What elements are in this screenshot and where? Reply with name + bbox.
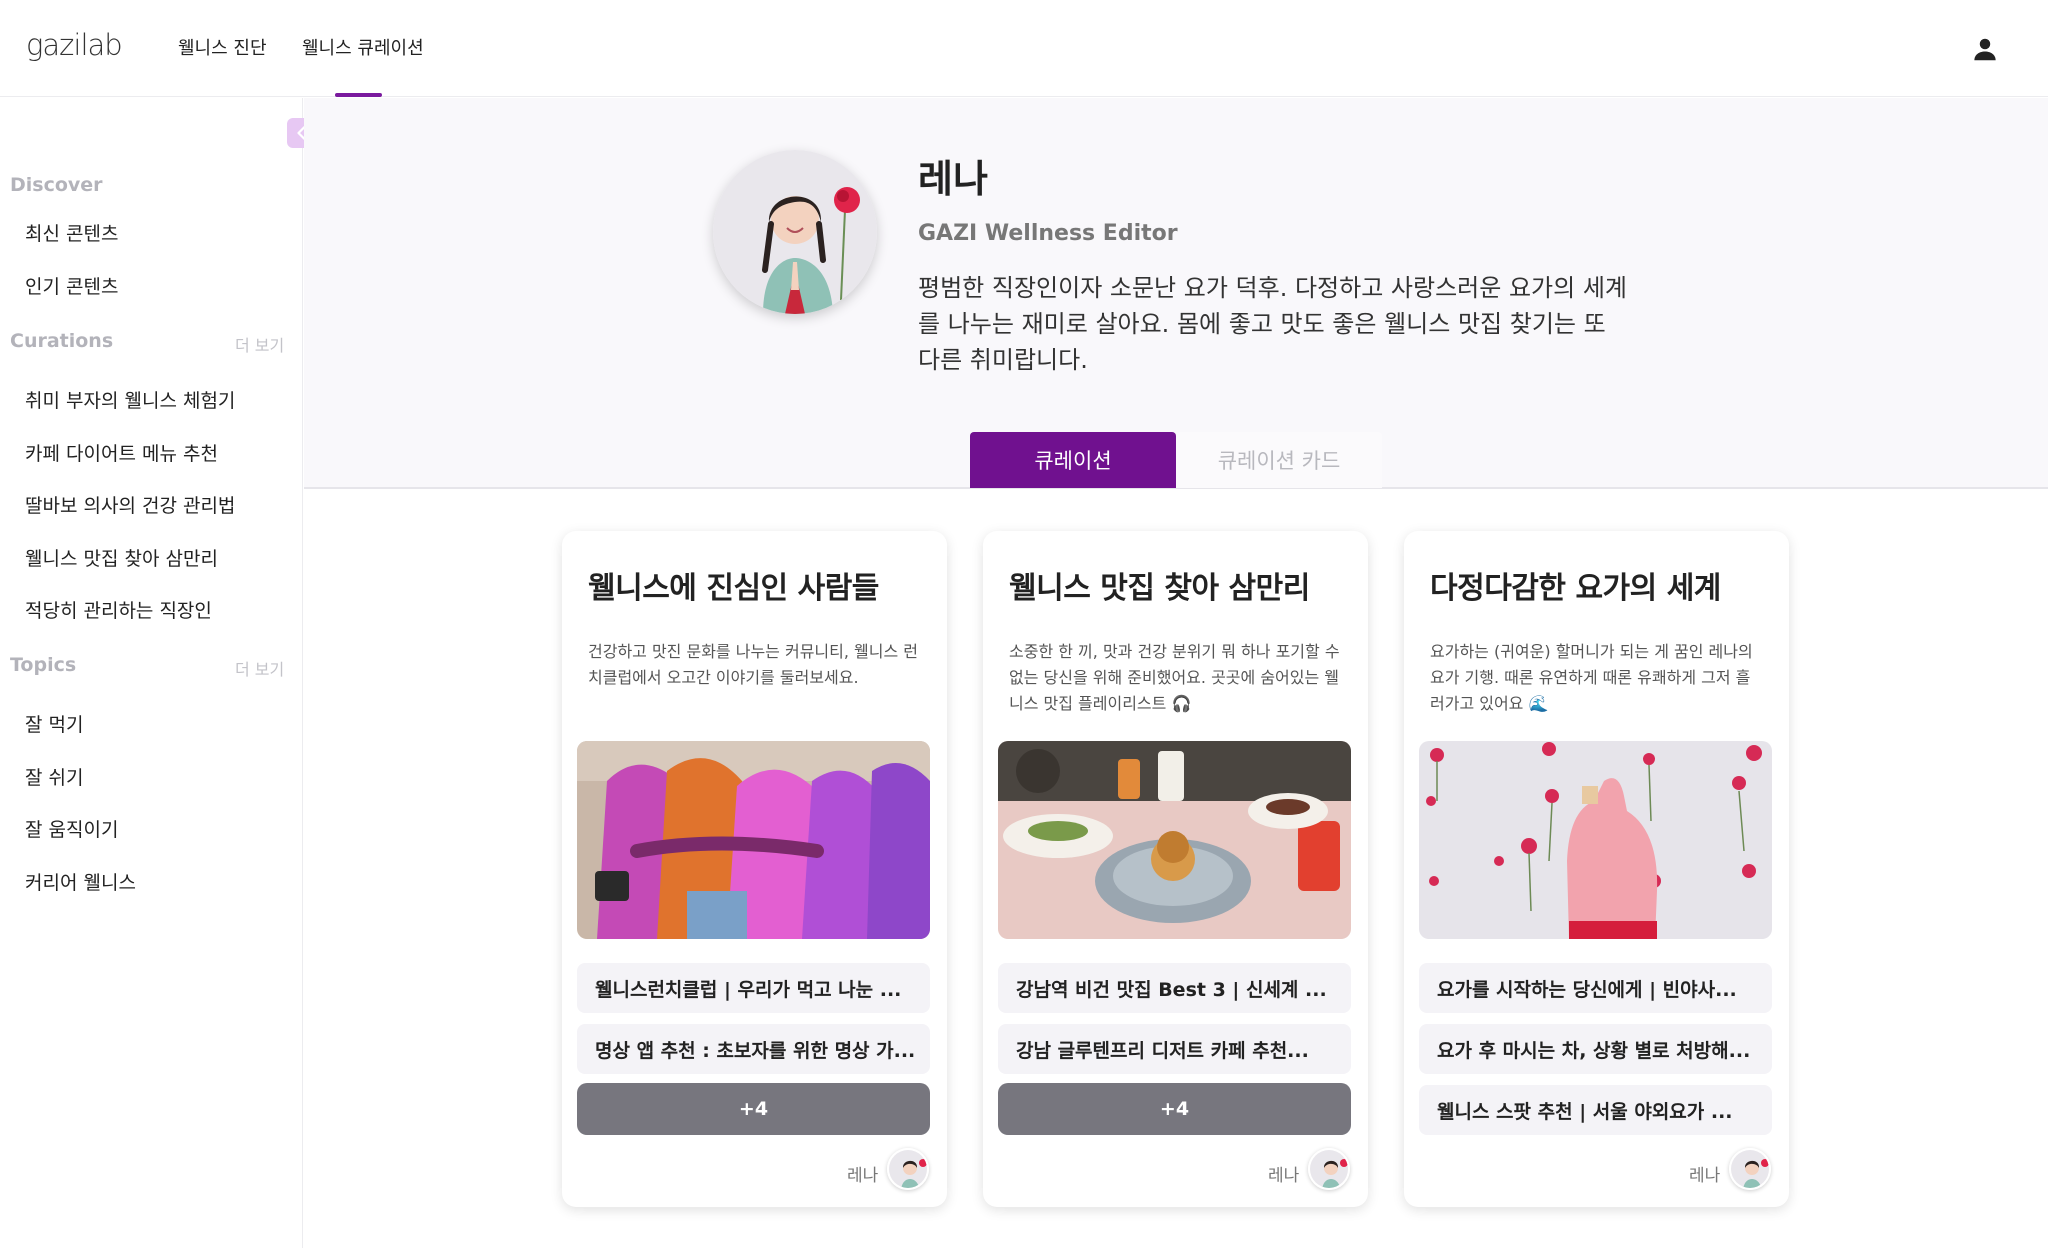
curation-link-item[interactable]: 강남 글루텐프리 디저트 카페 추천... xyxy=(998,1024,1351,1074)
card-author: 레나 xyxy=(1268,1166,1300,1186)
card-description: 요가하는 (귀여운) 할머니가 되는 게 꿈인 레나의 요가 기행. 때론 유연… xyxy=(1430,642,1753,713)
card-title: 웰니스 맛집 찾아 삼만리 xyxy=(1009,571,1310,606)
card-image-people xyxy=(577,741,930,939)
curation-card[interactable]: 웰니스 맛집 찾아 삼만리 소중한 한 끼, 맛과 건강 분위기 뭐 하나 포기… xyxy=(983,531,1368,1207)
author-avatar xyxy=(887,1148,929,1190)
top-navbar: gazilab 웰니스 진단 웰니스 큐레이션 xyxy=(0,0,2048,97)
curation-link-item[interactable]: 명상 앱 추천 : 초보자를 위한 명상 가... xyxy=(577,1024,930,1074)
profile-name: 레나 xyxy=(918,157,988,201)
sidebar-item-topic-2[interactable]: 잘 쉬기 xyxy=(25,763,83,790)
card-title: 다정다감한 요가의 세계 xyxy=(1430,571,1721,606)
card-title: 웰니스에 진심인 사람들 xyxy=(588,571,879,606)
sidebar-item-topic-1[interactable]: 잘 먹기 xyxy=(25,710,83,737)
nav-wellness-diagnosis[interactable]: 웰니스 진단 xyxy=(178,34,267,60)
curation-card[interactable]: 다정다감한 요가의 세계 요가하는 (귀여운) 할머니가 되는 게 꿈인 레나의… xyxy=(1404,531,1789,1207)
nav-wellness-curation[interactable]: 웰니스 큐레이션 xyxy=(302,34,424,60)
curation-card[interactable]: 웰니스에 진심인 사람들 건강하고 맛진 문화를 나누는 커뮤니티, 웰니스 런… xyxy=(562,531,947,1207)
discover-heading: Discover xyxy=(10,174,103,196)
tab-curation[interactable]: 큐레이션 xyxy=(970,432,1176,488)
card-image-food xyxy=(998,741,1351,939)
tab-curation-card[interactable]: 큐레이션 카드 xyxy=(1176,432,1382,488)
curation-link-item[interactable]: 웰니스런치클럽 | 우리가 먹고 나눈 ... xyxy=(577,963,930,1013)
topics-heading: Topics xyxy=(10,654,77,676)
sidebar-item-topic-3[interactable]: 잘 움직이기 xyxy=(25,815,118,842)
profile-avatar xyxy=(713,150,877,314)
sidebar-item-popular[interactable]: 인기 콘텐츠 xyxy=(25,272,118,299)
card-image-yoga xyxy=(1419,741,1772,939)
author-avatar xyxy=(1308,1148,1350,1190)
curation-link-item[interactable]: 요가 후 마시는 차, 상황 별로 처방해... xyxy=(1419,1024,1772,1074)
nav-active-indicator xyxy=(335,93,382,97)
sidebar-item-curation-2[interactable]: 카페 다이어트 메뉴 추천 xyxy=(25,439,218,466)
author-avatar xyxy=(1729,1148,1771,1190)
curations-heading: Curations xyxy=(10,330,114,352)
sidebar-item-curation-3[interactable]: 딸바보 의사의 건강 관리법 xyxy=(25,491,235,518)
more-items-button[interactable]: +4 xyxy=(998,1083,1351,1135)
logo[interactable]: gazilab xyxy=(26,28,123,62)
sidebar-item-curation-4[interactable]: 웰니스 맛집 찾아 삼만리 xyxy=(25,544,218,571)
sidebar-item-topic-4[interactable]: 커리어 웰니스 xyxy=(25,868,136,895)
profile-role: GAZI Wellness Editor xyxy=(918,221,1178,246)
card-description: 건강하고 맛진 문화를 나누는 커뮤니티, 웰니스 런치클럽에서 오고간 이야기… xyxy=(588,642,919,687)
profile-bio: 평범한 직장인이자 소문난 요가 덕후. 다정하고 사랑스러운 요가의 세계를 … xyxy=(918,274,1627,374)
sidebar-item-curation-1[interactable]: 취미 부자의 웰니스 체험기 xyxy=(25,386,235,413)
curation-link-item[interactable]: 요가를 시작하는 당신에게 | 빈야사... xyxy=(1419,963,1772,1013)
card-author: 레나 xyxy=(847,1166,879,1186)
sidebar: Discover 최신 콘텐츠 인기 콘텐츠 Curations 더 보기 취미… xyxy=(0,98,303,1248)
sidebar-item-latest[interactable]: 최신 콘텐츠 xyxy=(25,219,118,246)
card-author: 레나 xyxy=(1689,1166,1721,1186)
curation-link-item[interactable]: 강남역 비건 맛집 Best 3 | 신세계 ... xyxy=(998,963,1351,1013)
more-items-button[interactable]: +4 xyxy=(577,1083,930,1135)
curations-more-link[interactable]: 더 보기 xyxy=(235,332,284,356)
user-icon[interactable] xyxy=(1970,34,2000,64)
curation-link-item[interactable]: 웰니스 스팟 추천 | 서울 야외요가 ... xyxy=(1419,1085,1772,1135)
card-description: 소중한 한 끼, 맛과 건강 분위기 뭐 하나 포기할 수 없는 당신을 위해 … xyxy=(1009,642,1340,713)
sidebar-item-curation-5[interactable]: 적당히 관리하는 직장인 xyxy=(25,596,212,623)
topics-more-link[interactable]: 더 보기 xyxy=(235,656,284,680)
